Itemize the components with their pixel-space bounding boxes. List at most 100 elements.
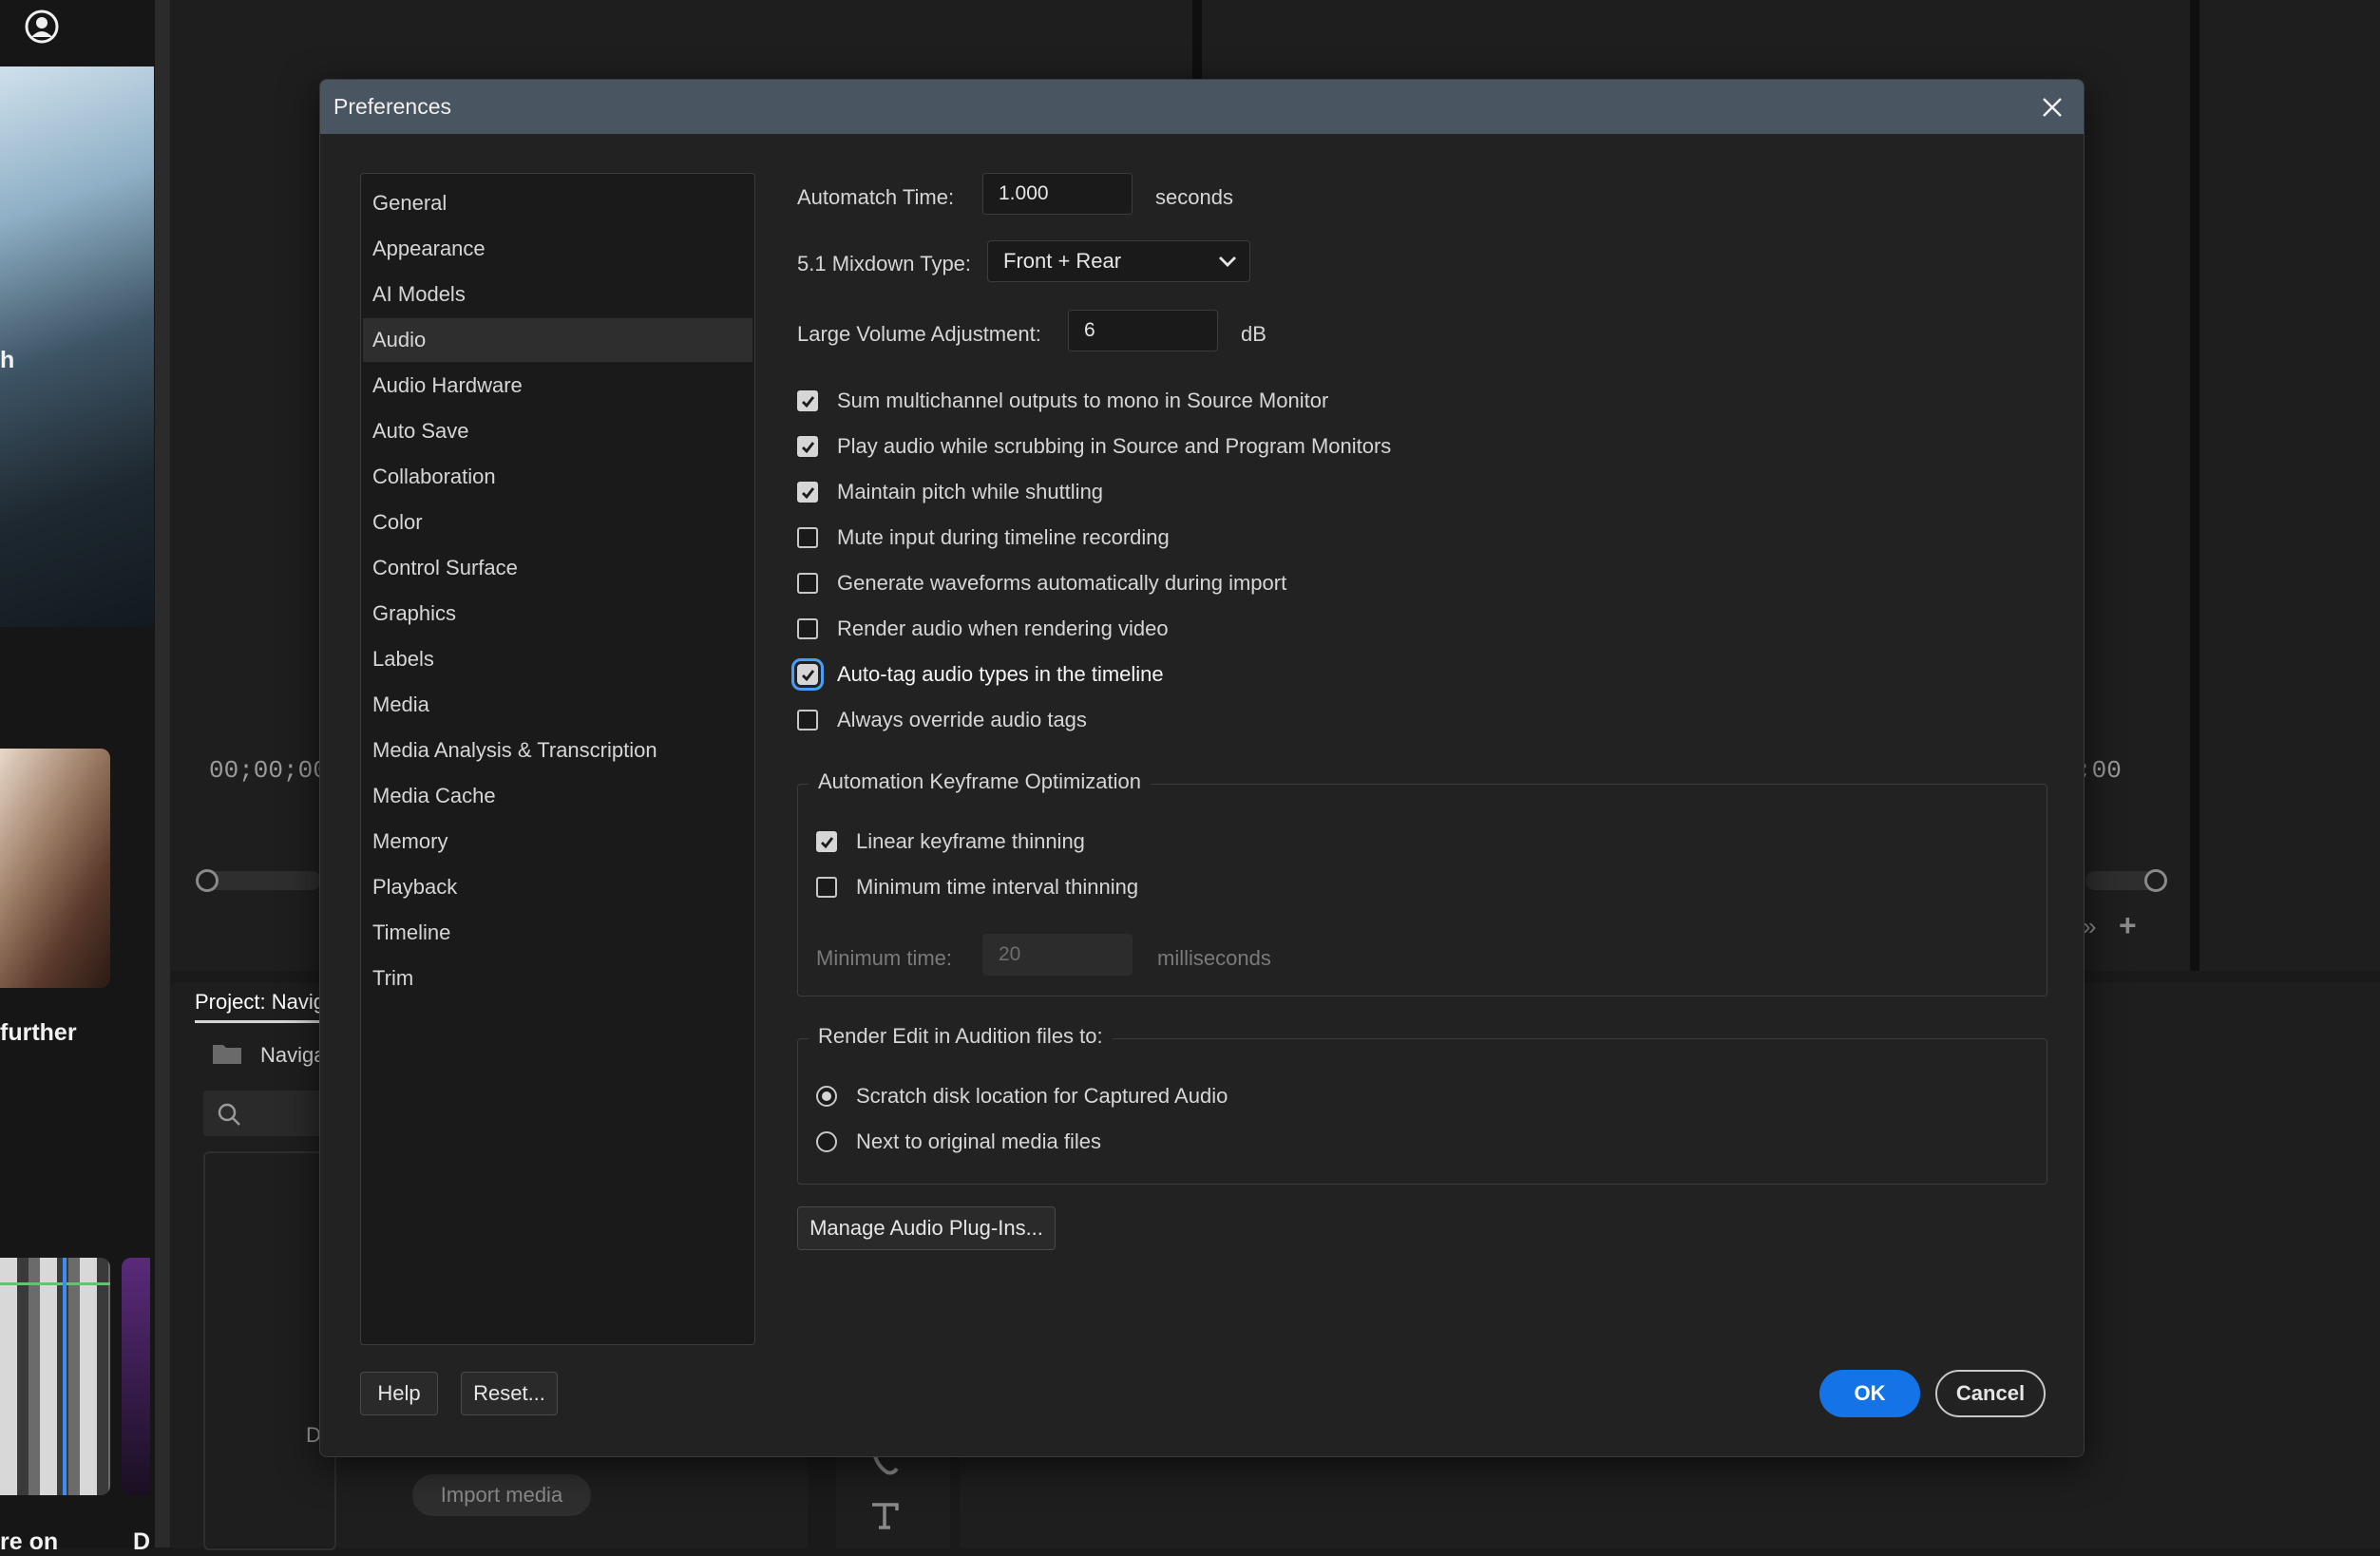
category-general[interactable]: General <box>363 181 752 225</box>
category-media-cache[interactable]: Media Cache <box>363 774 752 818</box>
thumbnail-image[interactable] <box>0 749 110 988</box>
user-profile-icon[interactable] <box>23 8 61 46</box>
large-volume-field[interactable]: 6 <box>1068 310 1218 351</box>
checkbox-maintain-pitch[interactable]: Maintain pitch while shuttling <box>797 478 1103 506</box>
help-button[interactable]: Help <box>360 1372 438 1415</box>
checkbox-checked-icon <box>816 831 837 852</box>
category-audio-hardware[interactable]: Audio Hardware <box>363 364 752 408</box>
checkbox-checked-icon <box>797 664 818 685</box>
ok-button[interactable]: OK <box>1819 1370 1920 1417</box>
panel-divider[interactable] <box>2190 0 2199 971</box>
minimum-time-label: Minimum time: <box>816 946 953 970</box>
checkbox-unchecked-icon <box>797 573 818 594</box>
tab-project[interactable]: Project: Navig <box>195 990 325 1015</box>
category-playback[interactable]: Playback <box>363 865 752 909</box>
category-memory[interactable]: Memory <box>363 820 752 863</box>
radio-label: Scratch disk location for Captured Audio <box>856 1084 1228 1108</box>
reset-button[interactable]: Reset... <box>461 1372 558 1415</box>
panel-divider[interactable] <box>155 0 170 1547</box>
category-appearance[interactable]: Appearance <box>363 227 752 271</box>
search-icon <box>218 1103 240 1126</box>
checkbox-label: Generate waveforms automatically during … <box>837 571 1287 595</box>
thumbnail-caption: h <box>0 347 15 373</box>
automation-keyframe-group-title: Automation Keyframe Optimization <box>809 769 1151 794</box>
automatch-time-label: Automatch Time: <box>797 185 955 209</box>
minimum-time-field[interactable]: 20 <box>982 934 1133 976</box>
checkbox-label: Always override audio tags <box>837 708 1087 731</box>
radio-scratch-disk[interactable]: Scratch disk location for Captured Audio <box>816 1082 1228 1110</box>
checkbox-sum-multichannel[interactable]: Sum multichannel outputs to mono in Sour… <box>797 387 1328 415</box>
category-color[interactable]: Color <box>363 501 752 544</box>
program-playhead-knob[interactable] <box>2144 869 2167 892</box>
category-media-analysis[interactable]: Media Analysis & Transcription <box>363 729 752 772</box>
mixdown-type-dropdown[interactable]: Front + Rear <box>987 240 1250 282</box>
category-control-surface[interactable]: Control Surface <box>363 546 752 590</box>
import-media-button[interactable]: Import media <box>412 1474 591 1516</box>
source-timecode[interactable]: 00;00;00 <box>209 756 328 785</box>
checkbox-unchecked-icon <box>797 710 818 731</box>
checkbox-play-while-scrubbing[interactable]: Play audio while scrubbing in Source and… <box>797 432 1391 461</box>
chevron-down-icon <box>1219 256 1236 267</box>
checkbox-mute-input[interactable]: Mute input during timeline recording <box>797 523 1170 552</box>
mixdown-type-label: 5.1 Mixdown Type: <box>797 252 972 275</box>
category-media[interactable]: Media <box>363 683 752 727</box>
checkbox-linear-keyframe-thinning[interactable]: Linear keyframe thinning <box>816 827 1085 856</box>
add-button-icon[interactable]: + <box>2119 908 2137 943</box>
render-edit-audition-group-title: Render Edit in Audition files to: <box>809 1024 1113 1049</box>
checkbox-checked-icon <box>797 482 818 503</box>
dialog-title: Preferences <box>333 94 452 119</box>
checkbox-unchecked-icon <box>797 527 818 548</box>
checkbox-unchecked-icon <box>797 618 818 639</box>
project-bin-area[interactable] <box>203 1151 336 1550</box>
thumbnail-caption: D <box>133 1528 151 1555</box>
checkbox-checked-icon <box>797 436 818 457</box>
checkbox-label: Minimum time interval thinning <box>856 875 1139 899</box>
checkbox-label: Auto-tag audio types in the timeline <box>837 662 1164 686</box>
more-controls-icon[interactable]: » <box>2083 912 2096 941</box>
mixdown-type-value: Front + Rear <box>1003 249 1122 273</box>
thumbnail-image[interactable] <box>0 1258 110 1495</box>
category-labels[interactable]: Labels <box>363 637 752 681</box>
category-auto-save[interactable]: Auto Save <box>363 409 752 453</box>
radio-selected-icon <box>816 1086 837 1107</box>
checkbox-label: Render audio when rendering video <box>837 617 1169 640</box>
category-ai-models[interactable]: AI Models <box>363 273 752 316</box>
thumbnail-image[interactable] <box>0 66 154 627</box>
checkbox-label: Mute input during timeline recording <box>837 525 1170 549</box>
close-icon[interactable] <box>2036 91 2068 123</box>
checkbox-render-audio[interactable]: Render audio when rendering video <box>797 615 1169 643</box>
preferences-dialog: Preferences General Appearance AI Models… <box>319 79 2085 1457</box>
folder-icon <box>211 1041 243 1071</box>
automatch-time-field[interactable]: 1.000 <box>982 173 1133 215</box>
preferences-category-list[interactable]: General Appearance AI Models Audio Audio… <box>360 173 755 1345</box>
automatch-time-unit: seconds <box>1155 185 1233 209</box>
checkbox-label: Linear keyframe thinning <box>856 829 1085 853</box>
checkbox-label: Maintain pitch while shuttling <box>837 480 1104 503</box>
checkbox-generate-waveforms[interactable]: Generate waveforms automatically during … <box>797 569 1286 598</box>
large-volume-label: Large Volume Adjustment: <box>797 322 1041 346</box>
category-audio[interactable]: Audio <box>363 318 752 362</box>
render-edit-audition-group <box>797 1038 2047 1185</box>
dialog-titlebar[interactable]: Preferences <box>320 80 2084 134</box>
category-graphics[interactable]: Graphics <box>363 592 752 636</box>
manage-audio-plugins-button[interactable]: Manage Audio Plug-Ins... <box>797 1206 1056 1250</box>
checkbox-auto-tag-audio[interactable]: Auto-tag audio types in the timeline <box>797 660 1164 689</box>
project-folder-label[interactable]: Naviga <box>260 1043 325 1068</box>
source-playhead-knob[interactable] <box>196 869 219 892</box>
checkbox-label: Sum multichannel outputs to mono in Sour… <box>837 389 1329 412</box>
checkbox-checked-icon <box>797 390 818 411</box>
radio-unselected-icon <box>816 1131 837 1152</box>
checkbox-minimum-time-interval-thinning[interactable]: Minimum time interval thinning <box>816 873 1138 901</box>
checkbox-unchecked-icon <box>816 877 837 898</box>
checkbox-label: Play audio while scrubbing in Source and… <box>837 434 1392 458</box>
category-collaboration[interactable]: Collaboration <box>363 455 752 499</box>
thumbnail-caption: re on <box>0 1528 59 1555</box>
radio-label: Next to original media files <box>856 1129 1102 1153</box>
type-tool-icon[interactable] <box>868 1499 903 1538</box>
category-timeline[interactable]: Timeline <box>363 911 752 955</box>
cancel-button[interactable]: Cancel <box>1935 1370 2046 1417</box>
checkbox-always-override-tags[interactable]: Always override audio tags <box>797 706 1087 734</box>
radio-next-to-original[interactable]: Next to original media files <box>816 1128 1101 1156</box>
thumbnail-image[interactable] <box>122 1258 150 1495</box>
category-trim[interactable]: Trim <box>363 957 752 1000</box>
